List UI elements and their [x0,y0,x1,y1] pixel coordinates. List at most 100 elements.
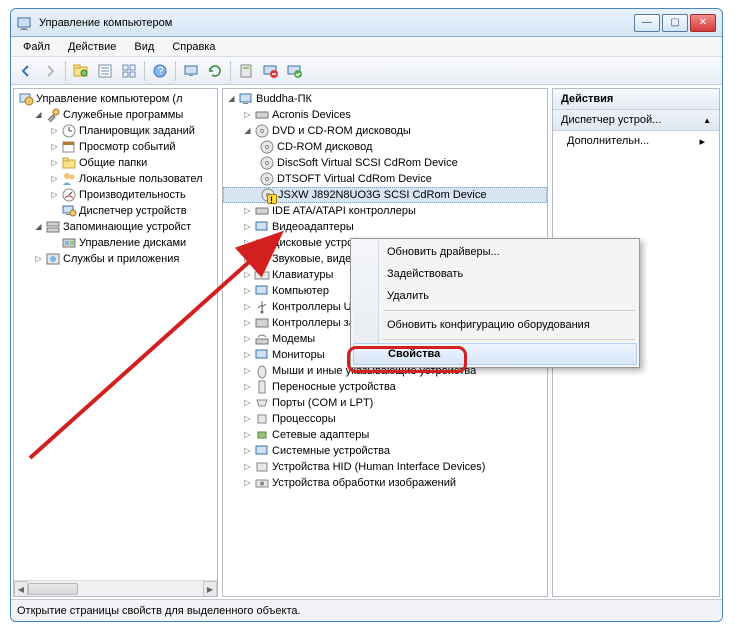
tree-users[interactable]: ▷ Локальные пользовател [14,171,217,187]
cd-icon [259,155,275,171]
tree-dvdcd[interactable]: ◢DVD и CD-ROM дисководы [223,123,547,139]
tree-video[interactable]: ▷Видеоадаптеры [223,219,547,235]
tree-hid[interactable]: ▷Устройства HID (Human Interface Devices… [223,459,547,475]
tree-label: Локальные пользовател [79,171,203,187]
tree-ports[interactable]: ▷Порты (COM и LPT) [223,395,547,411]
expand-icon[interactable]: ▷ [243,271,252,280]
tree-acronis[interactable]: ▷Acronis Devices [223,107,547,123]
tree-label: Сетевые адаптеры [272,427,369,443]
forward-button[interactable] [39,60,61,82]
tree-diskmgr[interactable]: Управление дисками [14,235,217,251]
expand-icon[interactable]: ▷ [243,303,252,312]
expand-icon[interactable]: ▷ [50,175,59,184]
tree-jsxw-selected[interactable]: JSXW J892N8UO3G SCSI CdRom Device [223,187,547,203]
toolbar-scan-button[interactable] [283,60,305,82]
cd-warning-icon [260,187,276,203]
expand-icon[interactable]: ▷ [243,351,252,360]
menu-action[interactable]: Действие [60,39,124,55]
ctx-update-drivers[interactable]: Обновить драйверы... [353,241,637,263]
tree-computer-root[interactable]: ◢Buddha-ПК [223,91,547,107]
expand-icon[interactable]: ▷ [243,287,252,296]
tree-label: Производительность [79,187,186,203]
expand-icon[interactable]: ▷ [243,335,252,344]
actions-sub-label: Диспетчер устрой... [561,114,661,126]
scroll-right-button[interactable]: ▶ [203,581,217,597]
expand-icon[interactable]: ▷ [34,255,43,264]
expand-icon[interactable]: ▷ [243,447,252,456]
expand-icon[interactable]: ▷ [243,399,252,408]
tree-cpus[interactable]: ▷Процессоры [223,411,547,427]
tree-storage[interactable]: ◢Запоминающие устройст [14,219,217,235]
toolbar-list-button[interactable] [118,60,140,82]
minimize-button[interactable]: — [634,14,660,32]
ctx-properties[interactable]: Свойства [353,343,637,365]
expand-icon[interactable]: ▷ [243,207,252,216]
tree-services[interactable]: ▷Службы и приложения [14,251,217,267]
expand-icon[interactable]: ▷ [243,255,252,264]
toolbar-refresh-button[interactable] [204,60,226,82]
collapse-icon[interactable]: ◢ [227,95,236,104]
left-tree[interactable]: Управление компьютером (л ◢ Служебные про… [14,89,217,580]
actions-subheader[interactable]: Диспетчер устрой... ▲ [553,110,719,131]
scroll-left-button[interactable]: ◀ [14,581,28,597]
scroll-thumb[interactable] [28,583,78,595]
tree-cdrom-drive[interactable]: CD-ROM дисковод [223,139,547,155]
expand-icon[interactable]: ▷ [243,319,252,328]
tree-scheduler[interactable]: ▷Планировщик заданий [14,123,217,139]
toolbar-folder-button[interactable] [70,60,92,82]
collapse-icon[interactable]: ◢ [34,111,43,120]
expand-icon[interactable]: ▷ [243,431,252,440]
expand-icon[interactable]: ▷ [243,415,252,424]
menu-help[interactable]: Справка [164,39,223,55]
expand-icon[interactable]: ▷ [50,191,59,200]
ctx-delete[interactable]: Удалить [353,285,637,307]
toolbar-uninstall-button[interactable] [259,60,281,82]
cd-icon [259,139,275,155]
expand-icon[interactable]: ▷ [243,479,252,488]
tree-portable[interactable]: ▷Переносные устройства [223,379,547,395]
spacer [50,239,59,248]
tree-label: DTSOFT Virtual CdRom Device [277,171,432,187]
expand-icon[interactable]: ▷ [243,239,252,248]
tree-sysdev[interactable]: ▷Системные устройства [223,443,547,459]
toolbar-device-button[interactable] [235,60,257,82]
ctx-scan[interactable]: Обновить конфигурацию оборудования [353,314,637,336]
tree-imaging[interactable]: ▷Устройства обработки изображений [223,475,547,491]
expand-icon[interactable]: ▷ [50,127,59,136]
collapse-icon[interactable]: ▲ [703,116,711,125]
tree-root-mgmt[interactable]: Управление компьютером (л [14,91,217,107]
tree-network[interactable]: ▷ Сетевые адаптеры [223,427,547,443]
tree-shared[interactable]: ▷Общие папки [14,155,217,171]
expand-icon[interactable]: ▷ [50,159,59,168]
tree-eventviewer[interactable]: ▷Просмотр событий [14,139,217,155]
toolbar-computer-icon[interactable] [180,60,202,82]
svg-text:?: ? [158,65,164,77]
menu-view[interactable]: Вид [126,39,162,55]
services-icon [45,251,61,267]
toolbar-properties-button[interactable] [94,60,116,82]
close-button[interactable]: ✕ [690,14,716,32]
menu-file[interactable]: Файл [15,39,58,55]
expand-icon[interactable]: ▷ [243,463,252,472]
actions-more[interactable]: Дополнительн... ▸ [553,131,719,152]
back-button[interactable] [15,60,37,82]
tree-discsoft[interactable]: DiscSoft Virtual SCSI CdRom Device [223,155,547,171]
expand-icon[interactable]: ▷ [243,383,252,392]
collapse-icon[interactable]: ◢ [243,127,252,136]
portable-icon [254,379,270,395]
expand-icon[interactable]: ▷ [50,143,59,152]
tree-devmgr[interactable]: Диспетчер устройств [14,203,217,219]
left-scrollbar[interactable]: ◀ ▶ [14,580,217,596]
toolbar-help-button[interactable]: ? [149,60,171,82]
tree-dtsoft[interactable]: DTSOFT Virtual CdRom Device [223,171,547,187]
tree-performance[interactable]: ▷ Производительность [14,187,217,203]
expand-icon[interactable]: ▷ [243,111,252,120]
window-title: Управление компьютером [39,17,634,29]
ctx-enable[interactable]: Задействовать [353,263,637,285]
tree-system-tools[interactable]: ◢ Служебные программы [14,107,217,123]
tree-label: Служебные программы [63,107,183,123]
collapse-icon[interactable]: ◢ [34,223,43,232]
expand-icon[interactable]: ▷ [243,367,252,376]
expand-icon[interactable]: ▷ [243,223,252,232]
maximize-button[interactable]: ▢ [662,14,688,32]
